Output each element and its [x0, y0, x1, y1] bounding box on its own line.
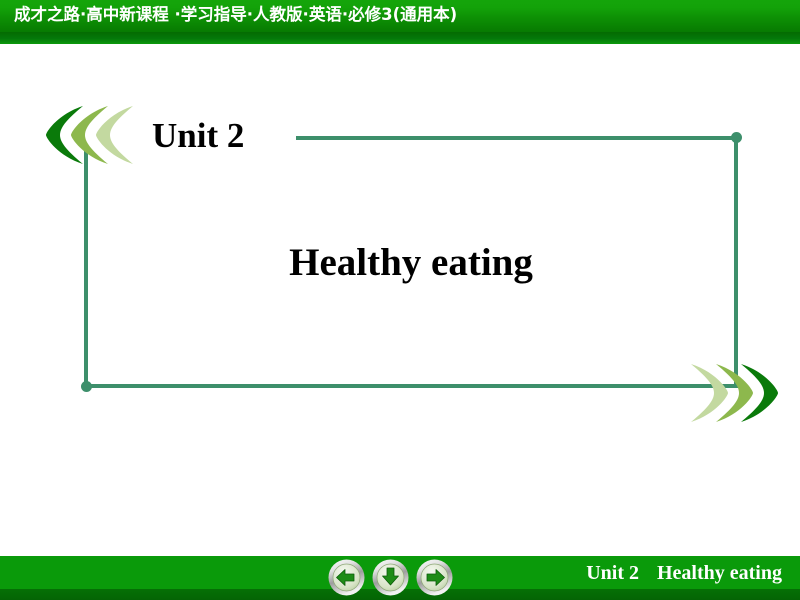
next-slide-button[interactable] — [416, 559, 453, 596]
previous-slide-button[interactable] — [328, 559, 365, 596]
slide-navigation — [328, 556, 453, 600]
footer-label: Unit 2 Healthy eating — [586, 562, 782, 585]
frame-corner-dot-bottom-left — [81, 381, 92, 392]
frame-top-line — [296, 136, 738, 140]
footer-unit-label: Unit 2 — [586, 562, 639, 584]
header-under-band — [0, 32, 800, 44]
chevron-crescent-light — [691, 364, 728, 422]
unit-label: Unit 2 — [152, 116, 245, 155]
chevron-right-decoration — [686, 362, 786, 424]
chevron-crescent-light — [96, 106, 133, 164]
frame-corner-dot-top-right — [731, 132, 742, 143]
frame-bottom-line — [84, 384, 738, 388]
header-title: 成才之路·高中新课程 ·学习指导·人教版·英语·必修3(通用本) — [14, 5, 458, 24]
chevron-left-decoration — [38, 104, 138, 166]
page-title: Healthy eating — [289, 241, 533, 284]
frame-right-line — [734, 136, 738, 388]
footer-title-label: Healthy eating — [657, 562, 782, 584]
next-step-button[interactable] — [372, 559, 409, 596]
presentation-slide: 成才之路·高中新课程 ·学习指导·人教版·英语·必修3(通用本) Unit 2 … — [0, 0, 800, 600]
